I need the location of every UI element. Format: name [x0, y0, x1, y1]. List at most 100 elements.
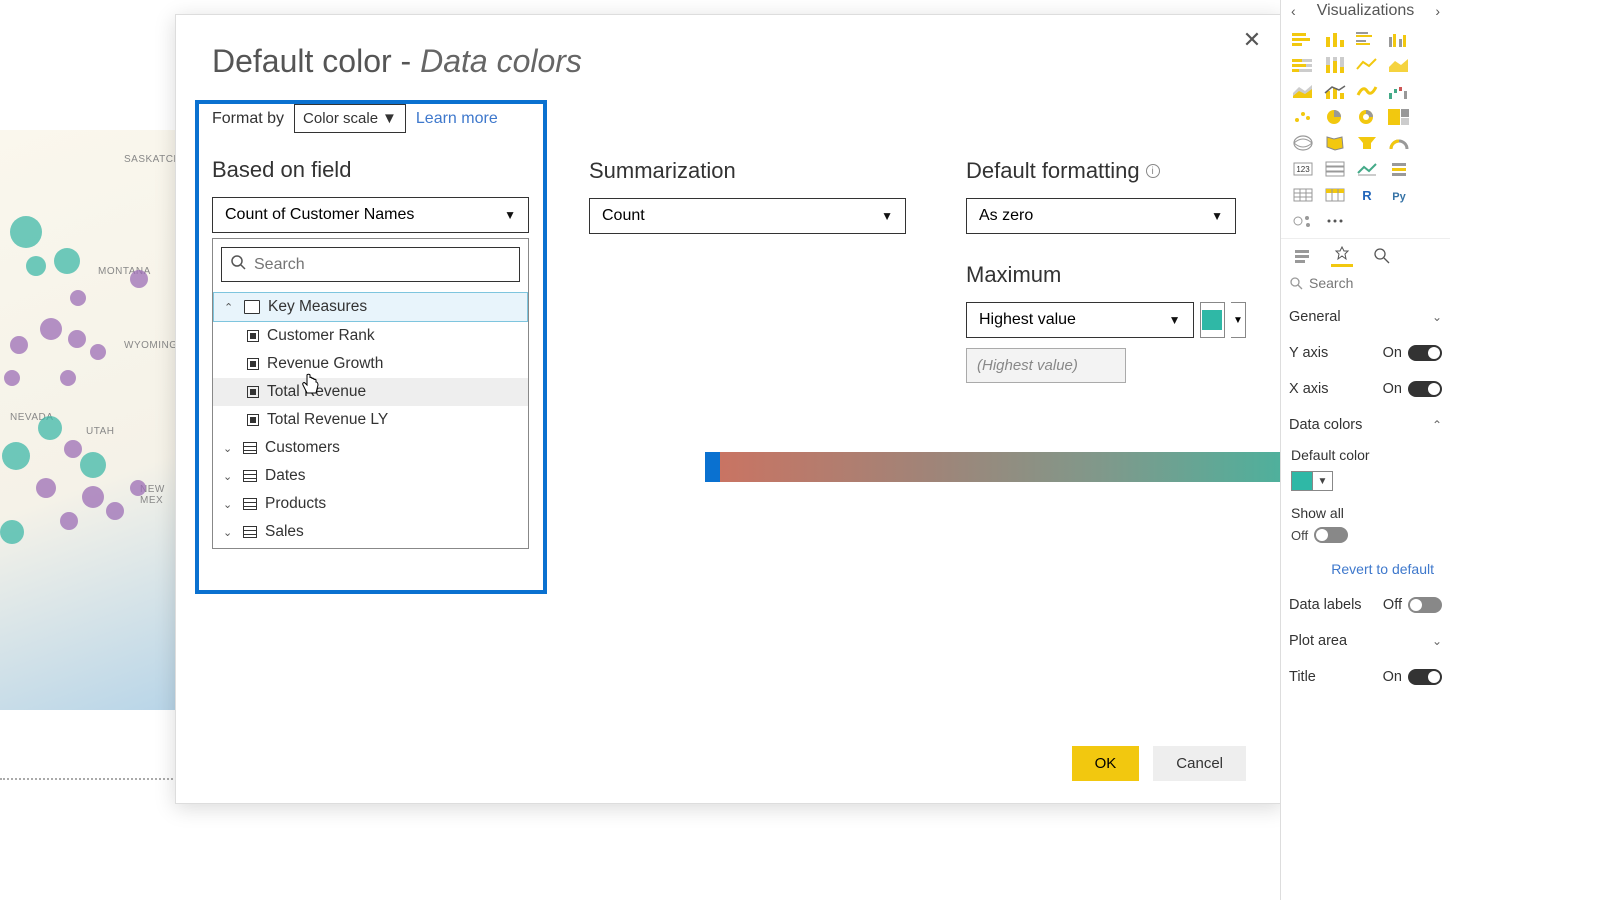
donut-chart-icon[interactable] [1353, 106, 1381, 128]
field-search-input[interactable] [254, 256, 511, 274]
revert-to-default-link[interactable]: Revert to default [1291, 543, 1442, 587]
tree-revenue-growth[interactable]: Revenue Growth [213, 350, 528, 378]
field-search[interactable] [221, 247, 520, 282]
scatter-chart-icon[interactable] [1289, 106, 1317, 128]
hundred-stacked-column-icon[interactable] [1321, 54, 1349, 76]
line-chart-icon[interactable] [1353, 54, 1381, 76]
folder-icon [244, 300, 260, 314]
tree-customer-rank[interactable]: Customer Rank [213, 322, 528, 350]
maximum-color-caret[interactable]: ▼ [1231, 302, 1246, 338]
gradient-min-handle[interactable] [705, 452, 720, 482]
clustered-column-chart-icon[interactable] [1385, 28, 1413, 50]
measure-icon [247, 358, 259, 370]
maximum-color-swatch[interactable] [1200, 302, 1225, 338]
tree-dates[interactable]: ⌄ Dates [213, 462, 528, 490]
maximum-select[interactable]: Highest value ▼ [966, 302, 1194, 338]
tree-label: Total Revenue [267, 383, 366, 401]
gauge-chart-icon[interactable] [1385, 132, 1413, 154]
summarization-label: Summarization [589, 158, 906, 184]
tree-customers[interactable]: ⌄ Customers [213, 434, 528, 462]
stacked-area-chart-icon[interactable] [1289, 80, 1317, 102]
hundred-stacked-bar-icon[interactable] [1289, 54, 1317, 76]
tree-sales[interactable]: ⌄ Sales [213, 518, 528, 546]
chevron-down-icon: ⌄ [223, 470, 235, 483]
based-on-field-select[interactable]: Count of Customer Names ▼ [212, 197, 529, 233]
x-axis-toggle[interactable] [1408, 381, 1442, 397]
show-all-label: Show all [1291, 499, 1442, 527]
treemap-chart-icon[interactable] [1385, 106, 1413, 128]
dialog-title-prefix: Default color - [212, 43, 420, 79]
info-icon[interactable]: i [1146, 164, 1160, 178]
format-x-axis[interactable]: X axis On [1289, 371, 1442, 407]
caret-down-icon: ▼ [504, 208, 516, 222]
format-title[interactable]: Title On [1289, 659, 1442, 695]
svg-text:R: R [1362, 188, 1372, 203]
format-general[interactable]: General ⌄ [1289, 299, 1442, 335]
slicer-icon[interactable] [1385, 158, 1413, 180]
format-by-select[interactable]: Color scale ▼ [294, 104, 406, 133]
tree-total-revenue-ly[interactable]: Total Revenue LY [213, 406, 528, 434]
default-color-label: Default color [1291, 443, 1442, 467]
python-visual-icon[interactable]: Py [1385, 184, 1413, 206]
summarization-value: Count [602, 207, 645, 225]
kpi-icon[interactable] [1353, 158, 1381, 180]
pane-collapse-right-icon[interactable]: › [1431, 3, 1444, 19]
y-axis-toggle[interactable] [1408, 345, 1442, 361]
cancel-button[interactable]: Cancel [1153, 746, 1246, 781]
filled-map-icon[interactable] [1321, 132, 1349, 154]
summarization-select[interactable]: Count ▼ [589, 198, 906, 234]
analytics-tab[interactable] [1371, 245, 1393, 267]
tree-products[interactable]: ⌄ Products [213, 490, 528, 518]
visualization-gallery: 123 R Py [1281, 22, 1450, 238]
divider-dotted [0, 778, 180, 780]
map-icon[interactable] [1289, 132, 1317, 154]
format-data-colors[interactable]: Data colors ⌃ [1289, 407, 1442, 443]
format-plot-area[interactable]: Plot area ⌄ [1289, 623, 1442, 659]
key-influencers-icon[interactable] [1289, 210, 1317, 232]
tree-label: Total Revenue LY [267, 411, 388, 429]
ribbon-chart-icon[interactable] [1353, 80, 1381, 102]
map-label-utah: UTAH [86, 426, 114, 437]
waterfall-chart-icon[interactable] [1385, 80, 1413, 102]
svg-text:Py: Py [1392, 191, 1406, 203]
funnel-chart-icon[interactable] [1353, 132, 1381, 154]
based-on-field-value: Count of Customer Names [225, 206, 414, 224]
field-tree: ⌃ Key Measures Customer Rank Revenue Gro… [213, 290, 528, 548]
format-search[interactable]: Search [1289, 275, 1442, 291]
pane-collapse-left-icon[interactable]: ‹ [1287, 3, 1300, 19]
clustered-bar-chart-icon[interactable] [1353, 28, 1381, 50]
format-data-labels[interactable]: Data labels Off [1289, 587, 1442, 623]
line-stacked-column-icon[interactable] [1321, 80, 1349, 102]
table-icon[interactable] [1289, 184, 1317, 206]
stacked-bar-chart-icon[interactable] [1289, 28, 1317, 50]
caret-down-icon: ▼ [382, 110, 397, 127]
show-all-toggle[interactable] [1314, 527, 1348, 543]
map-label-wyoming: WYOMING [124, 340, 178, 351]
area-chart-icon[interactable] [1385, 54, 1413, 76]
r-visual-icon[interactable]: R [1353, 184, 1381, 206]
ok-button[interactable]: OK [1072, 746, 1140, 781]
format-by-label: Format by [212, 110, 284, 128]
tree-total-revenue[interactable]: Total Revenue [213, 378, 528, 406]
format-tab[interactable] [1331, 245, 1353, 267]
format-y-axis[interactable]: Y axis On [1289, 335, 1442, 371]
data-labels-toggle[interactable] [1408, 597, 1442, 613]
tree-key-measures[interactable]: ⌃ Key Measures [213, 292, 528, 322]
default-color-dropdown[interactable]: ▼ [1313, 471, 1333, 491]
maximum-readonly: (Highest value) [966, 348, 1126, 383]
title-toggle[interactable] [1408, 669, 1442, 685]
fields-tab[interactable] [1291, 245, 1313, 267]
default-color-swatch[interactable] [1291, 471, 1313, 491]
stacked-column-chart-icon[interactable] [1321, 28, 1349, 50]
learn-more-link[interactable]: Learn more [416, 110, 498, 128]
matrix-icon[interactable] [1321, 184, 1349, 206]
more-visuals-icon[interactable] [1321, 210, 1349, 232]
close-icon[interactable]: ✕ [1240, 29, 1264, 53]
caret-down-icon: ▼ [1211, 209, 1223, 223]
chevron-up-icon: ⌃ [224, 301, 236, 314]
default-formatting-select[interactable]: As zero ▼ [966, 198, 1236, 234]
pie-chart-icon[interactable] [1321, 106, 1349, 128]
multi-row-card-icon[interactable] [1321, 158, 1349, 180]
card-icon[interactable]: 123 [1289, 158, 1317, 180]
caret-down-icon: ▼ [881, 209, 893, 223]
